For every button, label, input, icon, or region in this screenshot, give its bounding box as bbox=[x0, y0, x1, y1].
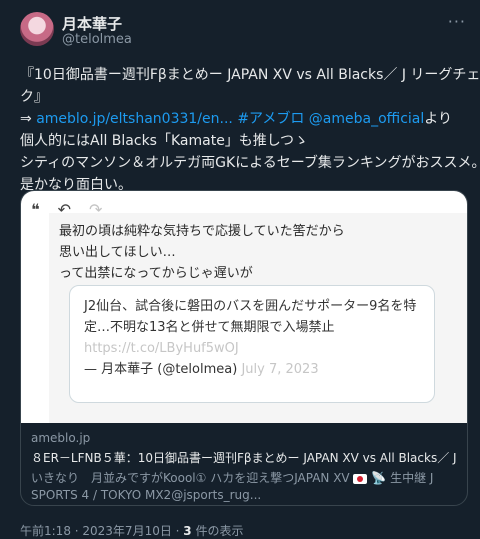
embed-author: — 月本華子 (@telolmea) bbox=[84, 362, 238, 377]
embed-link: https://t.co/LByHuf5wOJ bbox=[84, 341, 239, 356]
tweet-line: シティのマンソン＆オルテガ両GKによるセーブ集ランキングがおススメ。 bbox=[20, 155, 480, 171]
card-domain: ameblo.jp bbox=[31, 431, 91, 445]
tweet-line: ⇒ ameblo.jp/eltshan0331/en... #アメブロ @ame… bbox=[20, 108, 468, 130]
tweet-footer: 午前1:18 · 2023年7月10日 · 3 件の表示 bbox=[20, 522, 243, 539]
quote-line: って出禁になってからじゃ遅いが bbox=[59, 266, 253, 281]
tweet-header: 月本華子 @telolmea ··· bbox=[16, 12, 468, 52]
link-card[interactable]: ❝ ↶ ↷ 最初の頃は純粋な気持ちで応援していた筈だから 思い出してほしい… っ… bbox=[20, 190, 468, 506]
quote-icon: ❝ bbox=[31, 199, 40, 219]
tweet-line: ク』 bbox=[20, 89, 48, 105]
user-handle[interactable]: @telolmea bbox=[62, 32, 132, 47]
views-label: 件の表示 bbox=[191, 524, 244, 538]
more-options-icon[interactable]: ··· bbox=[448, 12, 466, 31]
card-desc-line: SPORTS 4 / TOKYO MX2@jsports_rug... bbox=[31, 488, 262, 502]
tweet-line: 『10日御品書ー週刊Fβまとめー JAPAN XV vs All Blacks／… bbox=[20, 67, 480, 83]
quote-block: 最初の頃は純粋な気持ちで応援していた筈だから 思い出してほしい… って出禁になっ… bbox=[49, 213, 467, 423]
user-name[interactable]: 月本華子 bbox=[62, 13, 122, 34]
tweet-link[interactable]: ameblo.jp/eltshan0331/en... bbox=[36, 111, 233, 127]
tweet-text-tail: より bbox=[424, 111, 452, 127]
tweet-timestamp[interactable]: 午前1:18 · 2023年7月10日 · bbox=[20, 524, 183, 538]
card-meta: ameblo.jp ８ER－LFNB５華：10日御品書ー週刊Fβまとめー JAP… bbox=[31, 431, 461, 504]
embedded-tweet-text: J2仙台、試合後に磐田のバスを囲んだサポーター9名を特 定…不明な13名と併せて… bbox=[84, 296, 424, 380]
hashtag-link[interactable]: #アメブロ bbox=[237, 111, 304, 127]
tweet-text: 『10日御品書ー週刊Fβまとめー JAPAN XV vs All Blacks／… bbox=[20, 64, 480, 196]
mention-link[interactable]: @ameba_official bbox=[309, 111, 424, 127]
japan-flag-icon bbox=[353, 473, 368, 484]
card-desc-line: いきなり 月並みですがKoool① ハカを迎え撃つJAPAN XV bbox=[31, 471, 350, 485]
avatar[interactable] bbox=[20, 12, 54, 46]
tweet-line: 個人的にはAll Blacks「Kamate」も推しつゝ bbox=[20, 133, 308, 149]
embed-line: 定…不明な13名と併せて無期限で入場禁止 bbox=[84, 320, 335, 335]
embedded-tweet: J2仙台、試合後に磐田のバスを囲んだサポーター9名を特 定…不明な13名と併せて… bbox=[69, 285, 435, 403]
embed-line: J2仙台、試合後に磐田のバスを囲んだサポーター9名を特 bbox=[84, 299, 417, 314]
arrow-glyph: ⇒ bbox=[20, 111, 32, 127]
quote-line: 思い出してほしい… bbox=[59, 245, 176, 260]
embed-date: July 7, 2023 bbox=[241, 362, 319, 377]
satellite-icon: 📡 bbox=[371, 471, 387, 485]
card-description: いきなり 月並みですがKoool① ハカを迎え撃つJAPAN XV 📡 生中継 … bbox=[31, 470, 461, 504]
card-title: ８ER－LFNB５華：10日御品書ー週刊Fβまとめー JAPAN XV vs A… bbox=[31, 451, 461, 465]
quote-line: 最初の頃は純粋な気持ちで応援していた筈だから bbox=[59, 224, 345, 239]
embed-attribution: — 月本華子 (@telolmea) July 7, 2023 bbox=[84, 359, 424, 380]
views-count: 3 bbox=[183, 524, 192, 538]
card-image[interactable]: ❝ ↶ ↷ 最初の頃は純粋な気持ちで応援していた筈だから 思い出してほしい… っ… bbox=[21, 191, 467, 423]
card-desc-tail: 生中継 J bbox=[390, 471, 434, 485]
quote-text: 最初の頃は純粋な気持ちで応援していた筈だから 思い出してほしい… って出禁になっ… bbox=[59, 221, 345, 284]
